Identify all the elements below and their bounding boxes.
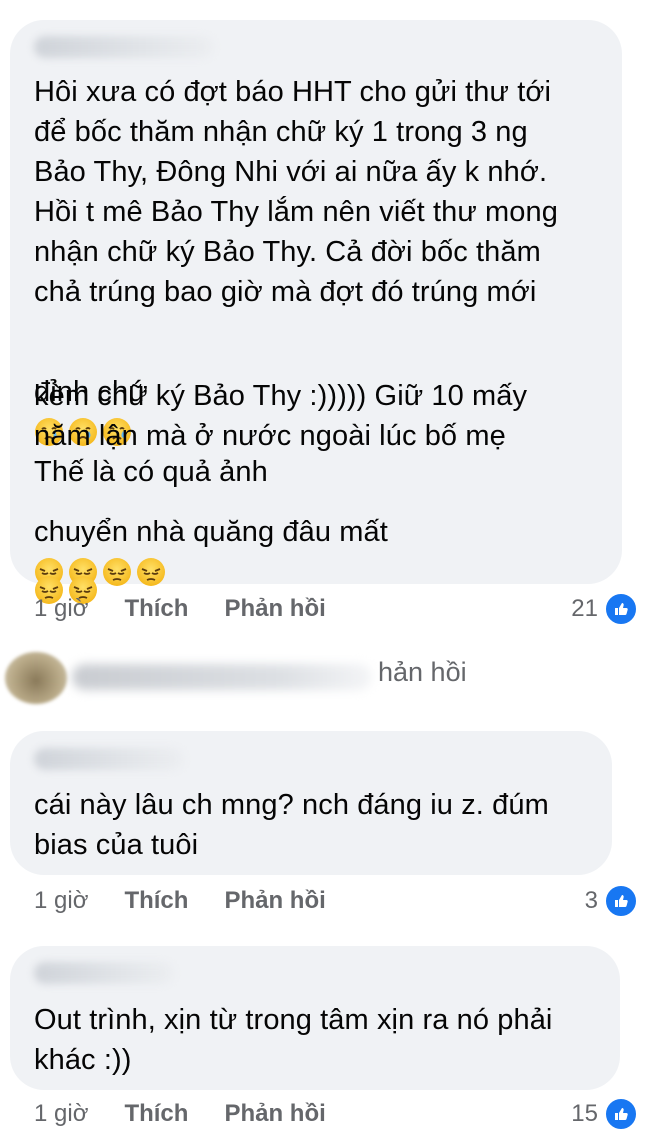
- reply-button[interactable]: Phản hồi: [224, 595, 325, 623]
- reaction-summary[interactable]: 21: [571, 589, 638, 629]
- pensive-face-icon: [102, 557, 132, 587]
- comment-text: cái này lâu ch mng? nch đáng iu z. đúm b…: [34, 789, 549, 861]
- comment-author-blurred[interactable]: [34, 36, 214, 58]
- comment-text: Hôi xưa có đợt báo HHT cho gửi thư tới đ…: [34, 76, 558, 308]
- comment-actions: 1 giờ Thích Phản hồi: [34, 589, 326, 629]
- reply-preview-text[interactable]: hản hồi: [378, 657, 467, 688]
- reaction-count: 21: [571, 595, 598, 622]
- comment-text-line: chuyển nhà quăng đâu mất: [34, 472, 614, 592]
- comment-author-blurred[interactable]: [34, 748, 184, 770]
- avatar: [5, 652, 67, 704]
- like-button[interactable]: Thích: [124, 595, 188, 623]
- reply-author-blurred: [72, 664, 372, 690]
- thumbs-up-icon: [604, 884, 638, 918]
- reply-button[interactable]: Phản hồi: [224, 1100, 325, 1128]
- reply-button[interactable]: Phản hồi: [224, 887, 325, 915]
- comment-author-blurred[interactable]: [34, 962, 174, 984]
- like-button[interactable]: Thích: [124, 887, 188, 915]
- comment-actions: 1 giờ Thích Phản hồi: [34, 881, 326, 921]
- comment-time[interactable]: 1 giờ: [34, 887, 88, 915]
- comment-text: Out trình, xịn từ trong tâm xịn ra nó ph…: [34, 1004, 553, 1076]
- reaction-count: 3: [584, 887, 598, 914]
- comment-time[interactable]: 1 giờ: [34, 595, 88, 623]
- pensive-face-icon: [136, 557, 166, 587]
- comment-time[interactable]: 1 giờ: [34, 1100, 88, 1128]
- reaction-summary[interactable]: 3: [585, 881, 638, 921]
- thumbs-up-icon: [604, 1097, 638, 1131]
- thumbs-up-icon: [604, 592, 638, 626]
- like-button[interactable]: Thích: [124, 1100, 188, 1128]
- reaction-summary[interactable]: 15: [571, 1094, 638, 1134]
- reaction-count: 15: [571, 1100, 598, 1127]
- reply-preview-row[interactable]: hản hồi: [0, 648, 660, 708]
- comment-text: kèm chữ ký Bảo Thy :))))) Giữ 10 mấy năm…: [34, 380, 528, 452]
- comment-actions: 1 giờ Thích Phản hồi: [34, 1094, 326, 1134]
